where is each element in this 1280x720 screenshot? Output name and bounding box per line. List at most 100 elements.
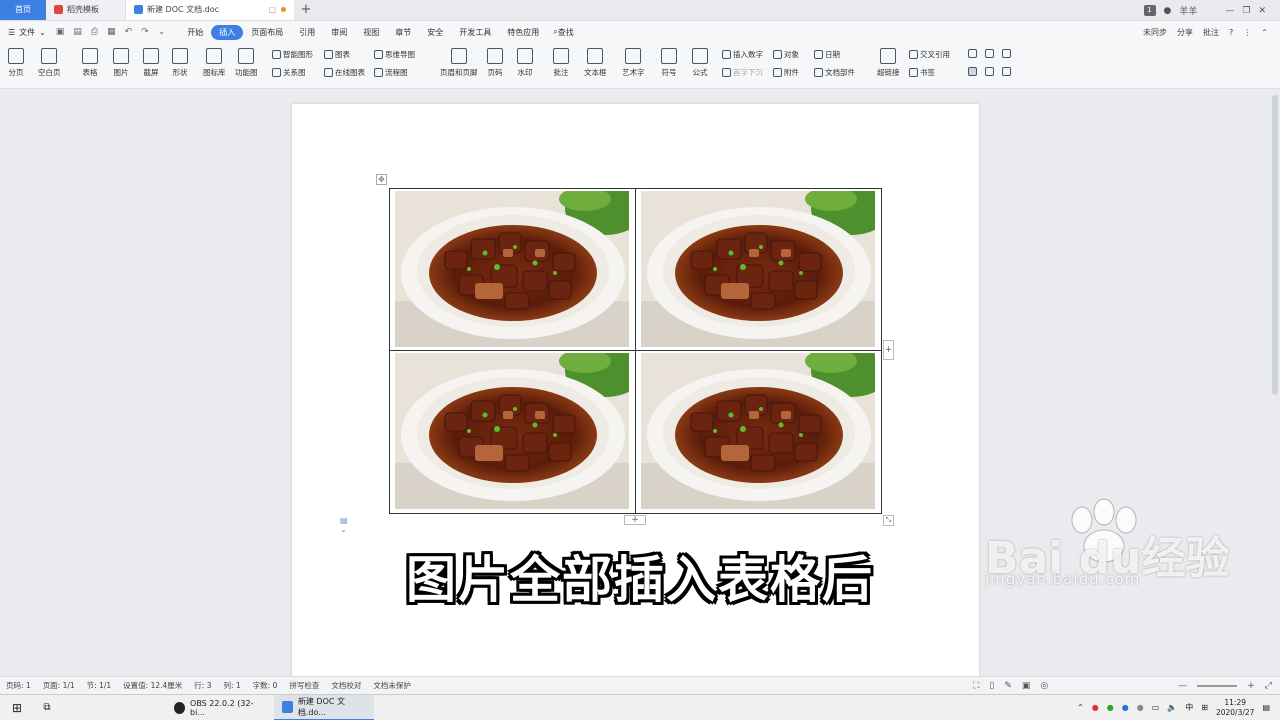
hyperlink-button[interactable]: 超链接 [877,48,900,78]
share-button[interactable]: 分享 [1177,27,1193,38]
table-resize-icon[interactable]: ⤡ [883,515,894,526]
header-footer-button[interactable]: 页眉和页脚 [440,48,478,78]
file-menu[interactable]: 文件 [19,27,35,38]
export-pdf-icon[interactable]: ▤ [73,27,82,37]
print-icon[interactable]: ⎙ [91,27,98,37]
layout-btn-b[interactable] [985,49,994,58]
text-box-button[interactable]: 文本框 [584,48,607,78]
vertical-scrollbar[interactable] [1272,95,1278,395]
table-cell[interactable] [390,189,636,351]
ime-settings-icon[interactable]: ⊞ [1201,703,1208,712]
redo-icon[interactable]: ↷ [141,27,149,37]
picture-table[interactable] [389,188,882,514]
ribbon-tab[interactable]: 审阅 [323,25,355,40]
tab-pin-icon[interactable]: ▢ [268,5,276,14]
ribbon-tab[interactable]: 开始 [179,25,211,40]
save-icon[interactable]: ▣ [56,27,65,37]
online-chart-button[interactable]: 在线图表 [324,67,365,78]
smart-art-button[interactable]: 智能图形 [272,49,313,60]
status-setting[interactable]: 设置值: 12.4厘米 [123,680,182,691]
undo-icon[interactable]: ↶ [125,27,133,37]
tray-app3-icon[interactable]: ● [1122,703,1129,712]
insert-number-button[interactable]: 插入数字 [722,49,763,60]
minimize-icon[interactable]: — [1225,6,1234,16]
write-view-icon[interactable]: ✎ [1004,681,1012,691]
ribbon-tab[interactable]: 引用 [291,25,323,40]
shape-button[interactable]: 形状 [172,48,188,78]
sync-status[interactable]: 未同步 [1143,27,1167,38]
braised-pork-image[interactable] [395,191,629,347]
doc-parts-button[interactable]: 文档部件 [814,67,855,78]
layout-btn-c[interactable] [1002,49,1011,58]
function-chart-button[interactable]: 功能图 [235,48,258,78]
object-button[interactable]: 对象 [773,49,799,60]
task-view-icon[interactable]: ⧉ [34,702,60,713]
volume-icon[interactable]: 🔈 [1167,703,1177,712]
table-cell[interactable] [636,189,881,351]
table-button[interactable]: 表格 [82,48,98,78]
braised-pork-image[interactable] [641,353,875,509]
zoom-in-icon[interactable]: + [1247,681,1255,691]
more-icon[interactable]: ⋮ [1243,28,1251,37]
cross-ref-button[interactable]: 交叉引用 [909,49,950,60]
search-button[interactable]: 查找 [558,27,574,38]
tab-document[interactable]: 新建 DOC 文档.doc ▢ [126,0,294,20]
qa-more-icon[interactable]: ⌄ [158,27,166,37]
date-button[interactable]: 日期 [814,49,840,60]
tray-app2-icon[interactable]: ● [1107,703,1114,712]
tray-chevron-icon[interactable]: ⌃ [1077,703,1084,712]
layout-btn-a[interactable] [968,49,977,58]
ribbon-tab[interactable]: 插入 [211,24,244,40]
table-move-handle-icon[interactable]: ✥ [376,174,387,185]
page-view-icon[interactable]: ▯ [989,681,994,691]
protect-status[interactable]: 文档未保护 [373,680,411,691]
tray-app4-icon[interactable]: ● [1137,703,1144,712]
relation-button[interactable]: 关系图 [272,67,306,78]
first-char-sink-button[interactable]: 首字下沉 [722,67,763,78]
ribbon-tab[interactable]: 视图 [355,25,387,40]
formula-button[interactable]: 公式 [692,48,708,78]
tray-app-icon[interactable]: ● [1092,703,1099,712]
watermark-button[interactable]: 水印 [517,48,533,78]
chevron-down-icon[interactable]: ⌄ [39,28,46,37]
status-words[interactable]: 字数: 0 [253,680,278,691]
table-cell[interactable] [636,351,881,513]
layout-btn-f[interactable] [1002,67,1011,76]
add-column-button[interactable]: + [883,340,894,360]
web-view-icon[interactable]: ▣ [1022,681,1031,691]
tab-home[interactable]: 首页 [0,0,46,20]
mind-map-button[interactable]: 思维导图 [374,49,415,60]
flow-chart-button[interactable]: 流程图 [374,67,408,78]
annotation-button[interactable]: 批注 [553,48,569,78]
close-icon[interactable]: ✕ [1258,6,1266,16]
attachment-button[interactable]: 附件 [773,67,799,78]
notification-icon[interactable]: ▤ [1262,703,1270,712]
network-icon[interactable]: ▭ [1152,703,1160,712]
taskbar-obs[interactable]: OBS 22.0.2 (32-bi... [166,695,270,720]
table-cell[interactable] [390,351,636,513]
tab-template[interactable]: 稻壳模板 [46,0,126,20]
print-preview-icon[interactable]: ▦ [107,27,116,37]
blank-page-button[interactable]: 空白页 [38,48,61,78]
spell-check-button[interactable]: 拼写检查 [289,680,319,691]
user-avatar-icon[interactable]: ● [1164,6,1172,16]
word-art-button[interactable]: 艺术字 [622,48,645,78]
fit-window-icon[interactable]: ⤢ [1265,681,1272,691]
restore-icon[interactable]: ❐ [1242,6,1250,16]
icon-library-button[interactable]: 图标库 [203,48,226,78]
screenshot-button[interactable]: 截屏 [143,48,159,78]
windows-start-icon[interactable]: ⊞ [0,701,34,715]
user-name[interactable]: 羊羊 [1179,4,1197,17]
zoom-slider[interactable] [1197,684,1238,687]
bookmark-button[interactable]: 书签 [909,67,935,78]
taskbar-clock[interactable]: 11:29 2020/3/27 [1216,698,1254,718]
collapse-ribbon-icon[interactable]: ⌃ [1261,28,1268,37]
help-icon[interactable]: ? [1229,28,1233,37]
zoom-out-icon[interactable]: — [1178,681,1187,691]
paste-options-icon[interactable]: ▤ ⌄ [340,516,356,534]
page-number-button[interactable]: 页码 [487,48,503,78]
braised-pork-image[interactable] [641,191,875,347]
ime-indicator[interactable]: 中 [1185,702,1193,713]
symbol-button[interactable]: 符号 [661,48,677,78]
braised-pork-image[interactable] [395,353,629,509]
